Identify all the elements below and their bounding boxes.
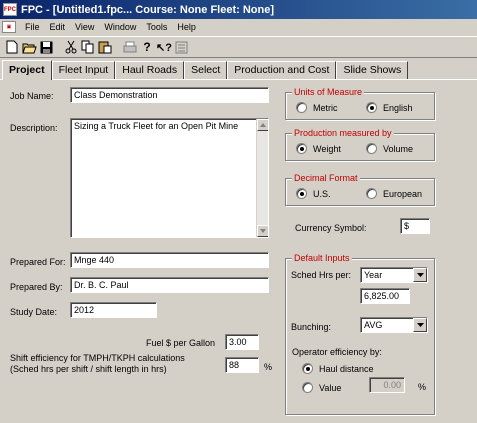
currency-label: Currency Symbol:	[295, 223, 367, 233]
scroll-down-icon[interactable]	[257, 225, 268, 237]
cut-icon[interactable]	[63, 39, 79, 55]
menu-file[interactable]: File	[20, 20, 45, 34]
description-text: Sizing a Truck Fleet for an Open Pit Min…	[74, 121, 239, 131]
prepared-for-label: Prepared For:	[10, 257, 66, 267]
prepared-by-label: Prepared By:	[10, 282, 63, 292]
copy-icon[interactable]	[80, 39, 96, 55]
production-title: Production measured by	[292, 128, 394, 138]
menu-edit[interactable]: Edit	[45, 20, 71, 34]
operator-efficiency-label: Operator efficiency by:	[292, 347, 382, 357]
tab-strip: Project Fleet Input Haul Roads Select Pr…	[0, 60, 477, 80]
menu-view[interactable]: View	[70, 20, 99, 34]
title-bar: FPC FPC - [Untitled1.fpc... Course: None…	[0, 0, 477, 19]
tab-slide-shows[interactable]: Slide Shows	[336, 61, 409, 79]
job-name-label: Job Name:	[10, 91, 54, 101]
sched-hrs-select[interactable]: Year	[360, 267, 428, 283]
job-name-field[interactable]: Class Demonstration	[70, 87, 269, 103]
volume-radio[interactable]: Volume	[366, 143, 413, 154]
tab-select[interactable]: Select	[184, 61, 228, 79]
shift-efficiency-sublabel: (Sched hrs per shift / shift length in h…	[10, 364, 167, 374]
description-field[interactable]: Sizing a Truck Fleet for an Open Pit Min…	[70, 118, 269, 238]
app-icon: FPC	[3, 3, 17, 16]
tab-production-and-cost[interactable]: Production and Cost	[227, 61, 337, 79]
default-inputs-title: Default Inputs	[292, 253, 352, 263]
menu-bar: ▣ File Edit View Window Tools Help	[0, 19, 477, 35]
menu-tools[interactable]: Tools	[141, 20, 172, 34]
print-icon[interactable]	[122, 39, 138, 55]
english-radio[interactable]: English	[366, 102, 413, 113]
bunching-select[interactable]: AVG	[360, 317, 428, 333]
context-help-icon[interactable]: ↖?	[156, 39, 172, 55]
scroll-up-icon[interactable]	[257, 119, 268, 131]
decimal-title: Decimal Format	[292, 173, 360, 183]
chevron-down-icon[interactable]	[413, 318, 427, 332]
shift-efficiency-unit: %	[264, 362, 273, 372]
currency-field[interactable]: $	[400, 218, 430, 234]
fuel-label: Fuel $ per Gallon	[146, 338, 216, 348]
document-icon[interactable]: ▣	[2, 21, 16, 33]
tab-fleet-input[interactable]: Fleet Input	[51, 61, 116, 79]
units-group: Units of Measure Metric English	[285, 87, 435, 120]
european-radio[interactable]: European	[366, 188, 422, 199]
study-date-label: Study Date:	[10, 307, 58, 317]
properties-icon[interactable]	[173, 39, 189, 55]
window-title: FPC - [Untitled1.fpc... Course: None Fle…	[21, 3, 275, 16]
us-radio[interactable]: U.S.	[296, 188, 331, 199]
study-date-field[interactable]: 2012	[70, 302, 157, 318]
metric-radio[interactable]: Metric	[296, 102, 338, 113]
bunching-label: Bunching:	[291, 322, 332, 332]
save-icon[interactable]	[38, 39, 54, 55]
shift-efficiency-label: Shift efficiency for TMPH/TKPH calculati…	[10, 353, 185, 363]
tab-haul-roads[interactable]: Haul Roads	[115, 61, 185, 79]
toolbar: ? ↖?	[0, 36, 477, 58]
decimal-group: Decimal Format U.S. European	[285, 173, 435, 206]
units-title: Units of Measure	[292, 87, 365, 97]
chevron-down-icon[interactable]	[413, 268, 427, 282]
description-scrollbar[interactable]	[256, 119, 268, 237]
tab-project[interactable]: Project	[2, 60, 52, 80]
shift-efficiency-field[interactable]: 88	[225, 357, 259, 373]
haul-distance-radio[interactable]: Haul distance	[302, 363, 374, 374]
open-icon[interactable]	[21, 39, 37, 55]
fuel-field[interactable]: 3.00	[225, 334, 259, 350]
weight-radio[interactable]: Weight	[296, 143, 341, 154]
production-group: Production measured by Weight Volume	[285, 128, 435, 161]
menu-help[interactable]: Help	[172, 20, 201, 34]
description-label: Description:	[10, 123, 58, 133]
sched-hours-field[interactable]: 6,825.00	[360, 288, 410, 304]
sched-hrs-label: Sched Hrs per:	[291, 270, 352, 280]
operator-efficiency-value-field[interactable]: 0.00	[369, 377, 405, 393]
paste-icon[interactable]	[97, 39, 113, 55]
operator-efficiency-unit: %	[418, 382, 427, 392]
default-inputs-group: Default Inputs Sched Hrs per: Year 6,825…	[285, 253, 435, 415]
prepared-for-field[interactable]: Mnge 440	[70, 252, 269, 268]
new-icon[interactable]	[4, 39, 20, 55]
help-icon[interactable]: ?	[139, 39, 155, 55]
menu-window[interactable]: Window	[99, 20, 141, 34]
prepared-by-field[interactable]: Dr. B. C. Paul	[70, 277, 269, 293]
value-radio[interactable]: Value	[302, 382, 341, 393]
